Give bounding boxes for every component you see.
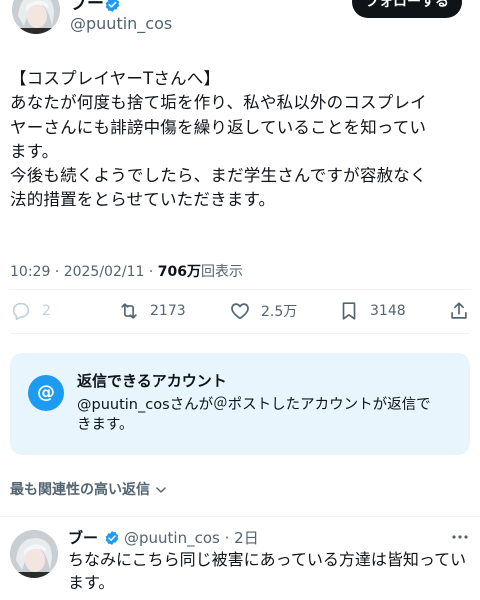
tweet-header: ブー @puutin_cos フォローする: [0, 0, 480, 44]
retweet-count: 2173: [150, 303, 186, 319]
description-line: @puutin_cosさんが＠ポストしたアカウントが返信で: [77, 397, 431, 413]
action-bar: 2 2173 2.5万 3148: [0, 296, 480, 326]
retweet-button[interactable]: 2173: [118, 296, 186, 326]
bookmark-count: 3148: [370, 303, 406, 319]
reply-line: ちなみにこちら同じ被害にあっている方達は皆知ってい: [68, 550, 467, 569]
divider: [0, 516, 480, 517]
tweet-line: 【コスプレイヤーTさんへ】: [10, 69, 221, 88]
bookmark-button[interactable]: 3148: [338, 296, 406, 326]
avatar-image: [10, 530, 58, 578]
like-button[interactable]: 2.5万: [229, 296, 297, 326]
reply-author-name[interactable]: ブー: [68, 528, 98, 548]
share-button[interactable]: [448, 296, 470, 326]
follow-button[interactable]: フォローする: [352, 0, 462, 18]
bookmark-icon: [342, 302, 356, 320]
view-label: 回表示: [200, 264, 243, 280]
divider: [10, 289, 470, 290]
more-icon[interactable]: [450, 532, 470, 542]
retweet-icon: [121, 303, 137, 319]
reply-restriction-card: @ 返信できるアカウント @puutin_cosさんが＠ポストしたアカウントが返…: [10, 353, 470, 455]
reply-line: ます。: [68, 573, 115, 592]
reply-icon: [12, 302, 30, 321]
reply-button[interactable]: 2: [10, 296, 51, 326]
avatar-image: [12, 0, 60, 34]
at-icon: @: [28, 375, 64, 411]
tweet-line: ます。: [10, 141, 59, 161]
verified-badge-icon: [105, 531, 119, 545]
like-count: 2.5万: [261, 304, 298, 320]
author-name[interactable]: ブー: [70, 0, 104, 14]
author-avatar[interactable]: [12, 0, 60, 34]
verified-badge-icon: [105, 0, 120, 12]
tweet-line: あなたが何度も捨て垢を作り、私や私以外のコスプレイ: [10, 93, 427, 113]
reply-text: ちなみにこちら同じ被害にあっている方達は皆知ってい ます。: [68, 548, 468, 594]
tweet-line: ヤーさんにも誹謗中傷を繰り返していることを知ってい: [10, 117, 427, 137]
reply-restriction-title: 返信できるアカウント: [77, 372, 227, 390]
sort-label: 最も関連性の高い返信: [10, 482, 150, 498]
tweet-line: 法的措置をとらせていただきます。: [10, 190, 276, 210]
heart-icon: [231, 303, 249, 320]
reply-count: 2: [42, 303, 51, 319]
divider: [10, 333, 470, 334]
share-icon: [451, 302, 467, 319]
reply-restriction-description: @puutin_cosさんが＠ポストしたアカウントが返信で きます。: [77, 395, 457, 435]
reply-avatar[interactable]: [10, 530, 58, 578]
view-count: 706万: [157, 264, 201, 280]
tweet-line: 今後も続くようでしたら、まだ学生さんですが容赦なく: [10, 166, 427, 186]
reply-handle-time[interactable]: @puutin_cos · 2日: [124, 528, 259, 548]
reply-header: ブー @puutin_cos · 2日: [68, 528, 259, 548]
reply-sort-selector[interactable]: 最も関連性の高い返信: [10, 480, 168, 500]
chevron-down-icon: [156, 487, 166, 493]
tweet-timestamp[interactable]: 10:29 · 2025/02/11 ·: [10, 264, 158, 280]
tweet-text: 【コスプレイヤーTさんへ】 あなたが何度も捨て垢を作り、私や私以外のコスプレイ …: [10, 67, 472, 213]
description-line: きます。: [77, 417, 134, 433]
author-handle[interactable]: @puutin_cos: [70, 14, 172, 34]
tweet-meta: 10:29 · 2025/02/11 · 706万回表示: [10, 262, 243, 282]
